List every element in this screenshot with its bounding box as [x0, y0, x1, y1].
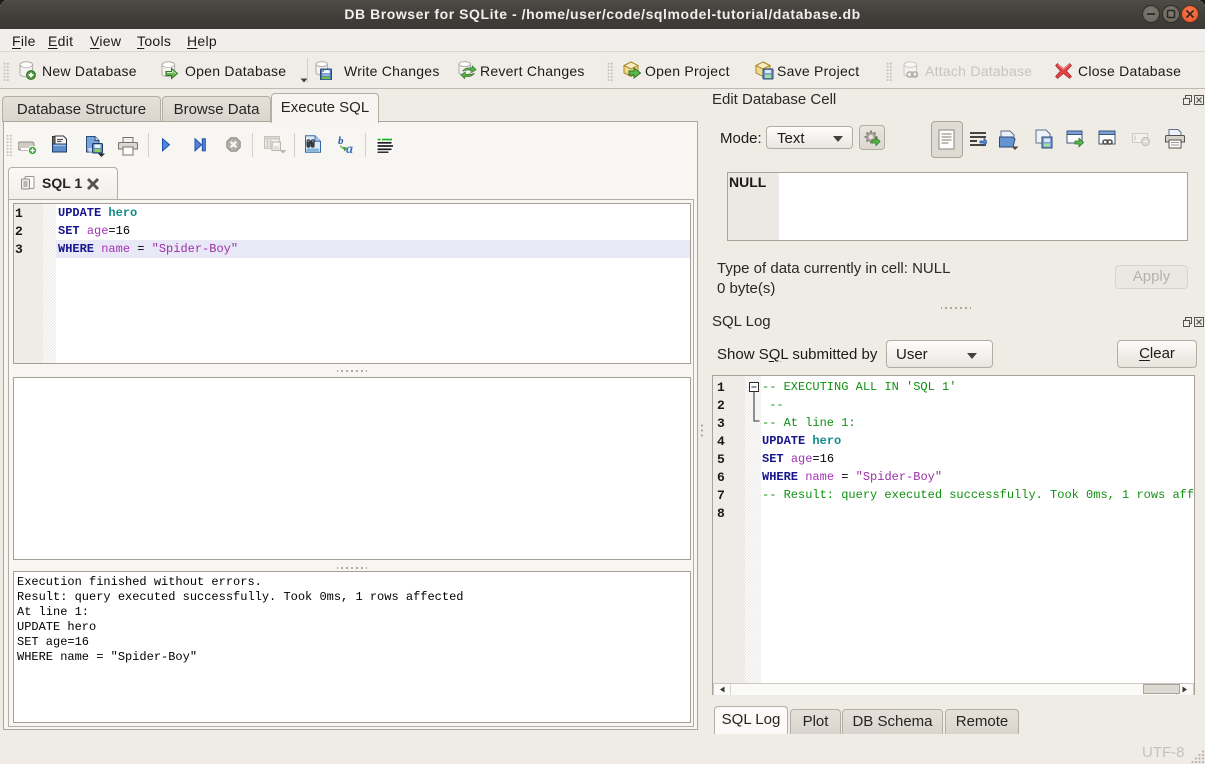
svg-text:b: b — [338, 135, 344, 147]
svg-text:a: a — [346, 142, 353, 154]
